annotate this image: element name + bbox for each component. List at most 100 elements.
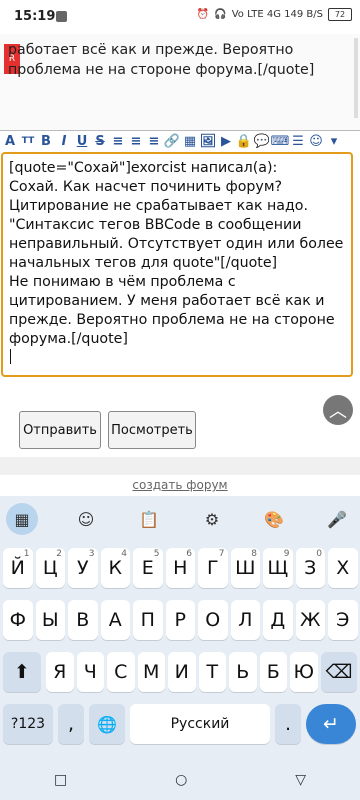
period-key[interactable]: .: [275, 704, 301, 744]
bold-icon[interactable]: B: [38, 133, 54, 149]
keyboard: ▦ ☺ 📋 ⚙ 🎨 🎤 Й1Ц2У3К4Е5Н6Г7Ш8Щ9З0Х ФЫВАПР…: [0, 496, 360, 800]
key[interactable]: Ч: [76, 652, 104, 692]
key-label: М: [143, 661, 160, 683]
list-icon[interactable]: ☰: [290, 133, 306, 149]
size-icon[interactable]: TT: [20, 133, 36, 149]
keyboard-row-1: Й1Ц2У3К4Е5Н6Г7Ш8Щ9З0Х: [0, 548, 360, 588]
bbcode-toolbar: A TT B I U S ≡ ≡ ≡ 🔗 ▦ 🖼 ▶ 🔒 💬 ⌨ ☰ ☺ ▾: [2, 131, 358, 151]
key[interactable]: Ш8: [230, 548, 260, 588]
enter-key[interactable]: ↵: [306, 704, 356, 744]
key[interactable]: Х: [328, 548, 358, 588]
align-right-icon[interactable]: ≡: [146, 133, 162, 149]
preview-button[interactable]: Посмотреть: [108, 411, 196, 449]
key[interactable]: Д: [263, 600, 293, 640]
key-label: В: [76, 609, 90, 631]
navigation-bar: □ ○ ▽: [0, 760, 360, 800]
key-label: Ю: [293, 661, 314, 683]
key[interactable]: О: [198, 600, 228, 640]
key[interactable]: Э: [328, 600, 358, 640]
key-label: Ж: [300, 609, 321, 631]
key[interactable]: Б: [259, 652, 287, 692]
link-icon[interactable]: 🔗: [164, 133, 180, 149]
key[interactable]: Г7: [198, 548, 228, 588]
key[interactable]: И: [168, 652, 196, 692]
lock-icon[interactable]: 🔒: [236, 133, 252, 149]
key[interactable]: Ы: [35, 600, 65, 640]
settings-icon[interactable]: ⚙: [197, 504, 227, 534]
key[interactable]: К4: [100, 548, 130, 588]
space-key[interactable]: Русский: [130, 704, 270, 744]
keyboard-row-4: ?123 , 🌐 Русский . ↵: [0, 704, 360, 744]
keyboard-row-3: ⬆ Я Ч С М И Т Ь Б Ю ⌫: [0, 652, 360, 692]
clipboard-icon[interactable]: 📋: [134, 504, 164, 534]
key[interactable]: Л: [230, 600, 260, 640]
key[interactable]: П: [133, 600, 163, 640]
send-button[interactable]: Отправить: [19, 411, 101, 449]
palette-icon[interactable]: 🎨: [259, 504, 289, 534]
code-icon[interactable]: ⌨: [271, 133, 290, 149]
apps-grid-icon[interactable]: ▦: [6, 503, 38, 535]
italic-icon[interactable]: I: [56, 133, 72, 149]
key[interactable]: А: [100, 600, 130, 640]
key-label: Ш: [235, 557, 256, 579]
recents-icon[interactable]: □: [54, 772, 67, 788]
more-icon[interactable]: ▾: [326, 133, 342, 149]
key[interactable]: У3: [68, 548, 98, 588]
key[interactable]: С: [107, 652, 135, 692]
key[interactable]: Й1: [3, 548, 33, 588]
key[interactable]: Щ9: [263, 548, 293, 588]
scrollbar[interactable]: [354, 38, 358, 118]
key[interactable]: Ф: [3, 600, 33, 640]
image-icon[interactable]: 🖼: [200, 133, 217, 149]
align-center-icon[interactable]: ≡: [128, 133, 144, 149]
sticker-icon[interactable]: ☺: [71, 504, 101, 534]
back-icon[interactable]: ▽: [295, 772, 306, 788]
key-label: К: [108, 557, 123, 579]
key-label: Ч: [83, 661, 97, 683]
key-label: О: [205, 609, 221, 631]
microphone-icon[interactable]: 🎤: [322, 504, 352, 534]
video-icon[interactable]: ▶: [218, 133, 234, 149]
align-left-icon[interactable]: ≡: [110, 133, 126, 149]
strike-icon[interactable]: S: [92, 133, 108, 149]
key-label: Н: [173, 557, 188, 579]
key-label: Т: [206, 661, 219, 683]
create-forum-link[interactable]: создать форум: [0, 478, 360, 492]
page-footer-bg: [0, 457, 360, 475]
key[interactable]: В: [68, 600, 98, 640]
quote-icon[interactable]: 💬: [254, 133, 270, 149]
key[interactable]: Ц2: [35, 548, 65, 588]
key[interactable]: З0: [295, 548, 325, 588]
key-alt-label: 7: [218, 549, 225, 559]
key-alt-label: 5: [153, 549, 160, 559]
key-label: А: [108, 609, 122, 631]
key[interactable]: Р: [165, 600, 195, 640]
key-label: Е: [141, 557, 154, 579]
key-label: З: [304, 557, 317, 579]
key[interactable]: Ж: [295, 600, 325, 640]
underline-icon[interactable]: U: [74, 133, 90, 149]
message-editor[interactable]: [quote="Сохай"]exorcist написал(а): Соха…: [1, 152, 353, 377]
home-icon[interactable]: ○: [175, 772, 187, 788]
key[interactable]: Е5: [133, 548, 163, 588]
key[interactable]: Т: [198, 652, 226, 692]
comma-key[interactable]: ,: [58, 704, 84, 744]
key-label: П: [140, 609, 155, 631]
symbols-key[interactable]: ?123: [3, 704, 53, 744]
key-label: Ь: [236, 661, 250, 683]
font-icon[interactable]: A: [2, 133, 18, 149]
key[interactable]: Ь: [229, 652, 257, 692]
key[interactable]: Ю: [290, 652, 318, 692]
scroll-to-top-icon[interactable]: ︿: [323, 395, 353, 425]
key-label: Ф: [9, 609, 26, 631]
table-icon[interactable]: ▦: [182, 133, 198, 149]
key-label: Й: [10, 557, 25, 579]
keyboard-row-2: ФЫВАПРОЛДЖЭ: [0, 600, 360, 640]
backspace-key[interactable]: ⌫: [321, 652, 357, 692]
globe-icon[interactable]: 🌐: [89, 704, 125, 744]
smiley-icon[interactable]: ☺: [308, 133, 324, 149]
key[interactable]: Я: [46, 652, 74, 692]
key[interactable]: М: [137, 652, 165, 692]
shift-key[interactable]: ⬆: [3, 652, 41, 692]
key[interactable]: Н6: [165, 548, 195, 588]
